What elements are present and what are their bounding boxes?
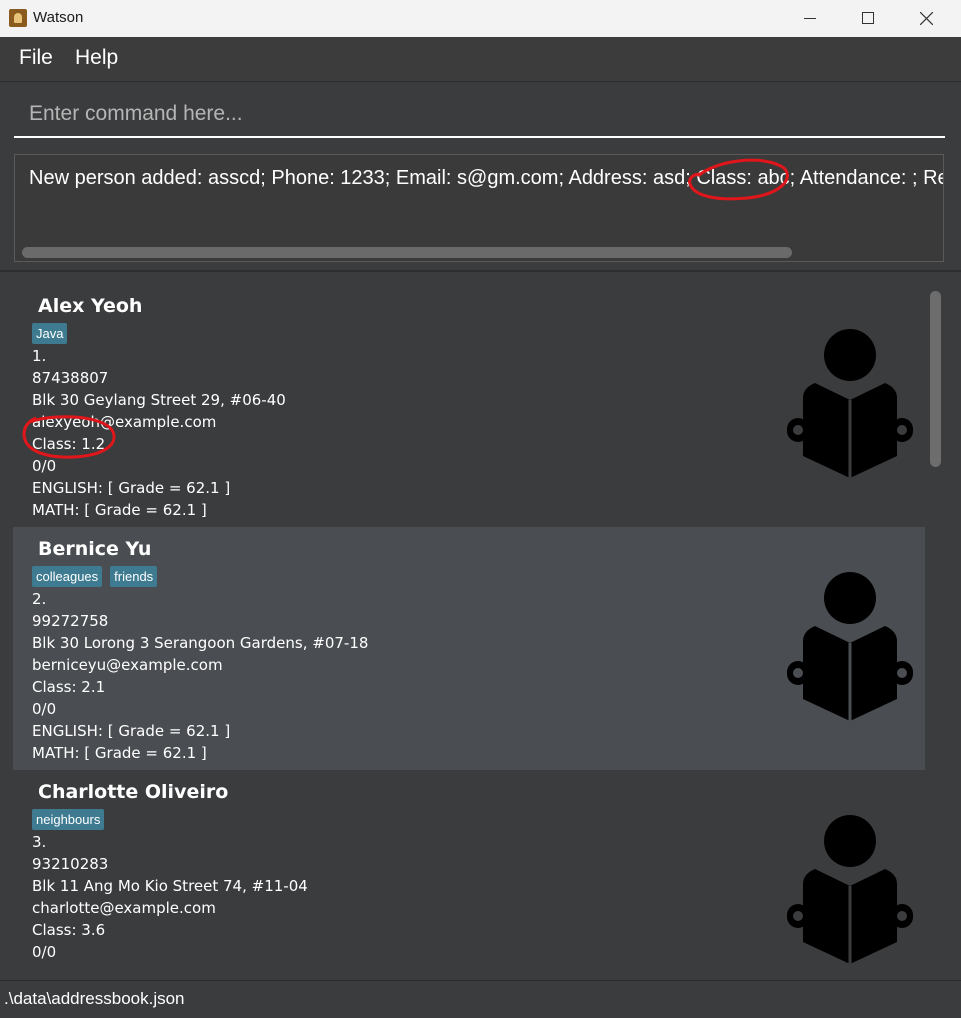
reading-person-icon [787, 329, 913, 478]
tag-list: neighbours [32, 809, 105, 830]
app-icon [9, 9, 27, 27]
command-input[interactable] [14, 92, 945, 136]
menu-bar: File Help [0, 37, 961, 82]
horizontal-scrollbar[interactable] [22, 247, 792, 258]
person-grade: MATH: [ Grade = 62.1 ] [32, 501, 207, 519]
menu-help[interactable]: Help [75, 46, 118, 70]
title-bar: Watson [0, 0, 961, 37]
annotation-circle-class-field [22, 415, 116, 459]
person-name: Alex Yeoh [38, 295, 143, 317]
person-list: Alex Yeoh Java 1. 87438807 Blk 30 Geylan… [13, 284, 943, 964]
person-details: 3. 93210283 Blk 11 Ang Mo Kio Street 74,… [32, 831, 308, 963]
result-display: New person added: asscd; Phone: 1233; Em… [14, 154, 944, 262]
person-class: Class: 3.6 [32, 921, 106, 939]
person-address: Blk 30 Lorong 3 Serangoon Gardens, #07-1… [32, 634, 369, 652]
person-address: Blk 11 Ang Mo Kio Street 74, #11-04 [32, 877, 308, 895]
person-card[interactable]: Bernice Yu colleagues friends 2. 9927275… [13, 527, 925, 770]
tag: Java [32, 323, 68, 344]
save-location: .\data\addressbook.json [4, 989, 185, 1008]
person-index: 2. [32, 590, 47, 608]
divider [0, 270, 961, 272]
person-phone: 99272758 [32, 612, 109, 630]
person-index: 1. [32, 347, 47, 365]
close-icon [920, 12, 933, 25]
person-attendance: 0/0 [32, 943, 57, 961]
close-button[interactable] [897, 0, 955, 37]
result-text: New person added: asscd; Phone: 1233; Em… [29, 167, 944, 189]
minimize-button[interactable] [781, 0, 839, 37]
tag-list: colleagues friends [32, 566, 158, 587]
annotation-circle-class [688, 158, 789, 201]
tag: neighbours [32, 809, 105, 830]
reading-person-icon [787, 572, 913, 721]
tag-list: Java [32, 323, 68, 344]
menu-file[interactable]: File [19, 46, 53, 70]
person-card[interactable]: Charlotte Oliveiro neighbours 3. 9321028… [13, 770, 925, 964]
window-title: Watson [33, 9, 84, 26]
person-grade: ENGLISH: [ Grade = 62.1 ] [32, 722, 231, 740]
status-bar: .\data\addressbook.json [0, 980, 961, 1018]
person-phone: 87438807 [32, 369, 109, 387]
person-attendance: 0/0 [32, 700, 57, 718]
person-details: 2. 99272758 Blk 30 Lorong 3 Serangoon Ga… [32, 588, 368, 764]
person-class: Class: 2.1 [32, 678, 106, 696]
person-card[interactable]: Alex Yeoh Java 1. 87438807 Blk 30 Geylan… [13, 284, 925, 527]
reading-person-icon [787, 815, 913, 964]
person-index: 3. [32, 833, 47, 851]
person-email: berniceyu@example.com [32, 656, 223, 674]
person-name: Bernice Yu [38, 538, 152, 560]
person-email: charlotte@example.com [32, 899, 216, 917]
maximize-button[interactable] [839, 0, 897, 37]
tag: friends [110, 566, 158, 587]
command-box [14, 92, 945, 138]
person-address: Blk 30 Geylang Street 29, #06-40 [32, 391, 286, 409]
person-grade: ENGLISH: [ Grade = 62.1 ] [32, 479, 231, 497]
person-phone: 93210283 [32, 855, 109, 873]
vertical-scrollbar[interactable] [930, 291, 941, 467]
tag: colleagues [32, 566, 103, 587]
person-grade: MATH: [ Grade = 62.1 ] [32, 744, 207, 762]
person-name: Charlotte Oliveiro [38, 781, 229, 803]
